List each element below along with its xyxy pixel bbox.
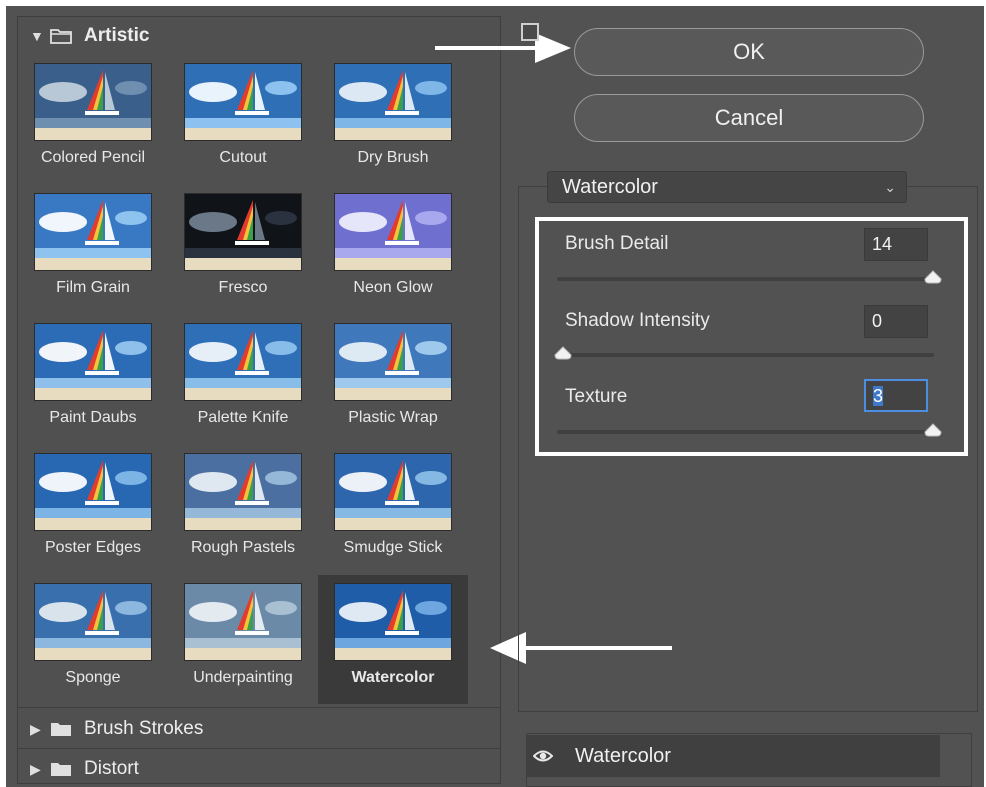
filter-thumbnail-label: Fresco bbox=[218, 279, 268, 296]
folder-icon bbox=[51, 723, 71, 736]
filter-thumbnail-label: Rough Pastels bbox=[190, 539, 296, 556]
shadow-intensity-slider[interactable] bbox=[557, 353, 934, 357]
shadow-intensity-input[interactable]: 0 bbox=[864, 305, 928, 338]
sailboat-preview-image bbox=[334, 63, 452, 141]
preview-toggle-icon[interactable] bbox=[521, 23, 539, 41]
annotation-arrow-right-icon bbox=[435, 33, 571, 63]
filter-thumbnail[interactable]: Cutout bbox=[168, 55, 318, 184]
category-divider bbox=[18, 707, 500, 708]
filter-thumbnail[interactable]: Plastic Wrap bbox=[318, 315, 468, 444]
filter-thumbnail-label: Dry Brush bbox=[357, 149, 429, 166]
filter-thumbnail[interactable]: Paint Daubs bbox=[18, 315, 168, 444]
filter-thumbnail-label: Colored Pencil bbox=[40, 149, 146, 166]
category-artistic[interactable]: ▼ Artistic bbox=[18, 19, 500, 53]
filter-thumbnail[interactable]: Colored Pencil bbox=[18, 55, 168, 184]
sailboat-preview-image bbox=[184, 453, 302, 531]
sailboat-preview-image bbox=[184, 583, 302, 661]
sailboat-preview-image bbox=[34, 193, 152, 271]
filter-thumbnail-label: Sponge bbox=[65, 669, 121, 686]
filter-thumbnail-label: Plastic Wrap bbox=[348, 409, 438, 426]
texture-slider[interactable] bbox=[557, 430, 934, 434]
brush-detail-input[interactable]: 14 bbox=[864, 228, 928, 261]
filter-thumbnail-label: Neon Glow bbox=[353, 279, 433, 296]
category-distort[interactable]: ▶ Distort bbox=[18, 752, 500, 783]
sailboat-preview-image bbox=[334, 193, 452, 271]
eye-icon[interactable] bbox=[533, 746, 553, 766]
brush-detail-label: Brush Detail bbox=[565, 233, 669, 254]
texture-input-value: 3 bbox=[873, 386, 884, 406]
filter-thumbnail[interactable]: Smudge Stick bbox=[318, 445, 468, 574]
filter-thumbnail-label: Film Grain bbox=[56, 279, 130, 296]
effect-layer-name: Watercolor bbox=[575, 745, 671, 767]
sailboat-preview-image bbox=[34, 323, 152, 401]
filter-thumbnail[interactable]: Palette Knife bbox=[168, 315, 318, 444]
sailboat-preview-image bbox=[184, 323, 302, 401]
filter-thumbnail[interactable]: Film Grain bbox=[18, 185, 168, 314]
filter-select[interactable]: Watercolor ⌄ bbox=[547, 171, 907, 203]
sailboat-preview-image bbox=[34, 583, 152, 661]
filter-thumbnail[interactable]: Poster Edges bbox=[18, 445, 168, 574]
filter-thumbnail-label: Cutout bbox=[219, 149, 267, 166]
filter-select-value: Watercolor bbox=[562, 176, 658, 198]
category-label: Brush Strokes bbox=[84, 718, 204, 739]
category-label: Artistic bbox=[84, 25, 150, 46]
filter-thumbnail-label: Underpainting bbox=[193, 669, 293, 686]
filter-thumbnail[interactable]: Sponge bbox=[18, 575, 168, 704]
filter-thumbnail[interactable]: Underpainting bbox=[168, 575, 318, 704]
collapsed-triangle-icon[interactable]: ▶ bbox=[30, 761, 50, 778]
filter-thumbnail-label: Watercolor bbox=[351, 669, 435, 686]
folder-icon bbox=[51, 763, 71, 776]
collapsed-triangle-icon[interactable]: ▶ bbox=[30, 721, 50, 738]
filter-thumbnail[interactable]: Watercolor bbox=[318, 575, 468, 704]
sailboat-preview-image bbox=[184, 193, 302, 271]
filter-thumbnail-label: Paint Daubs bbox=[49, 409, 137, 426]
cancel-button[interactable]: Cancel bbox=[574, 94, 924, 142]
filter-thumbnail-label: Smudge Stick bbox=[343, 539, 443, 556]
texture-label: Texture bbox=[565, 386, 628, 407]
shadow-intensity-label: Shadow Intensity bbox=[565, 310, 710, 331]
filter-thumbnail-label: Poster Edges bbox=[44, 539, 142, 556]
sailboat-preview-image bbox=[34, 63, 152, 141]
folder-open-icon bbox=[50, 29, 72, 44]
filter-gallery-panel: ▼ Artistic Colored Pencil Cutout Dry Brush… bbox=[17, 16, 501, 784]
brush-detail-slider[interactable] bbox=[557, 277, 934, 281]
category-divider bbox=[18, 748, 500, 749]
sailboat-preview-image bbox=[34, 453, 152, 531]
texture-input[interactable]: 3 bbox=[864, 379, 928, 412]
filter-thumbnail[interactable]: Dry Brush bbox=[318, 55, 468, 184]
sailboat-preview-image bbox=[184, 63, 302, 141]
filter-thumbnail-label: Palette Knife bbox=[197, 409, 289, 426]
expanded-triangle-icon[interactable]: ▼ bbox=[30, 28, 50, 44]
filter-thumbnail[interactable]: Neon Glow bbox=[318, 185, 468, 314]
chevron-down-icon: ⌄ bbox=[884, 179, 896, 195]
filter-thumbnail[interactable]: Fresco bbox=[168, 185, 318, 314]
sailboat-preview-image bbox=[334, 583, 452, 661]
category-label: Distort bbox=[84, 758, 139, 779]
ok-button[interactable]: OK bbox=[574, 28, 924, 76]
filter-thumbnail[interactable]: Rough Pastels bbox=[168, 445, 318, 574]
sailboat-preview-image bbox=[334, 323, 452, 401]
category-brush-strokes[interactable]: ▶ Brush Strokes bbox=[18, 712, 500, 746]
sailboat-preview-image bbox=[334, 453, 452, 531]
